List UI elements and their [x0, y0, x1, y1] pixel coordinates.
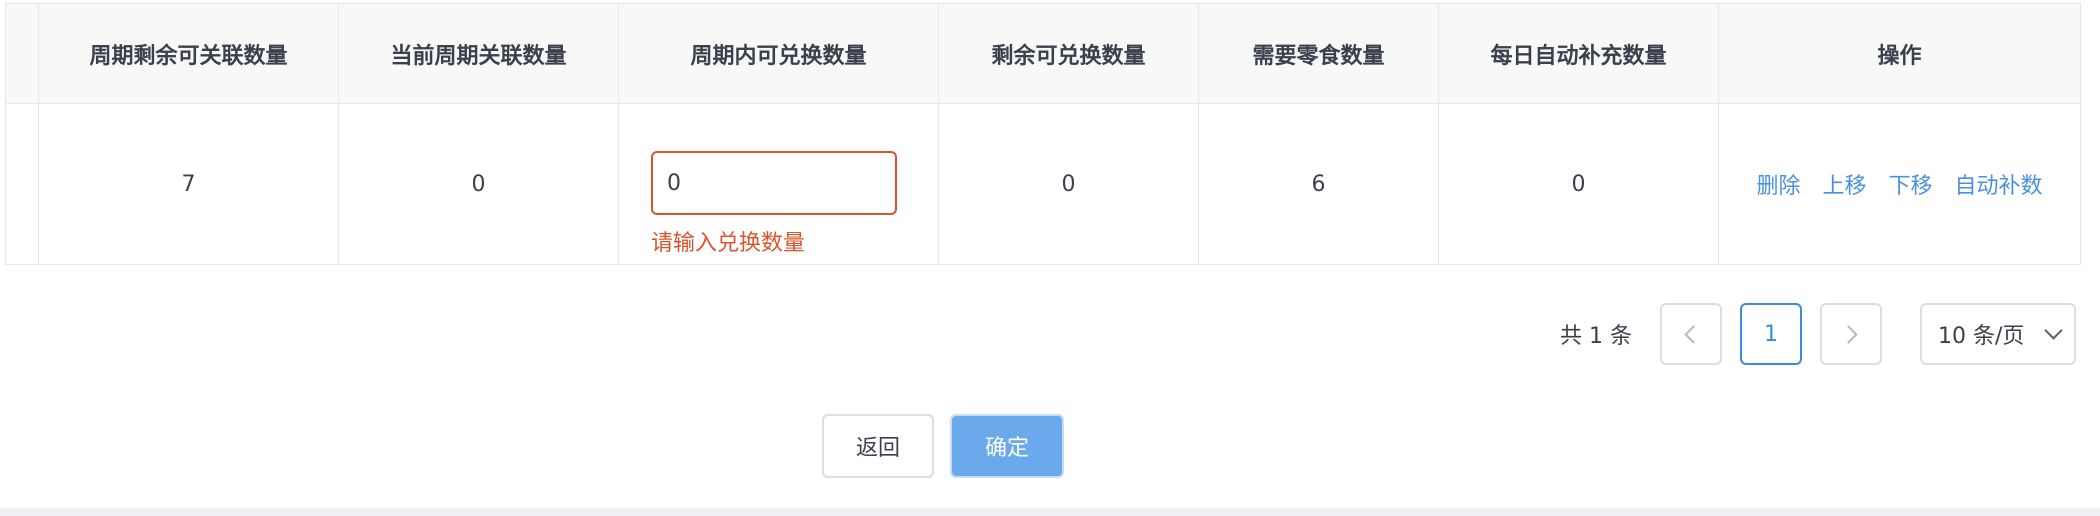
cell-snacks-needed: 6 [1199, 104, 1439, 264]
bottom-divider [0, 508, 2100, 516]
chevron-left-icon [1684, 324, 1703, 344]
page-number-button[interactable]: 1 [1739, 303, 1802, 365]
header-cell-selector [6, 4, 39, 103]
table-row: 7 0 0 6 0 删除 上移 下移 自动补数 [6, 104, 2080, 264]
exchangeable-error-message: 请输入兑换数量 [651, 231, 806, 256]
cell-actions: 删除 上移 下移 自动补数 [1719, 104, 2080, 264]
header-cell-actions: 操作 [1877, 43, 1922, 69]
cell-remaining-linkable: 7 [39, 104, 339, 264]
header-cell-snacks-needed: 需要零食数量 [1199, 4, 1439, 103]
exchangeable-field: 请输入兑换数量 [651, 151, 897, 257]
cell-current-linked: 0 [339, 104, 619, 264]
confirm-button[interactable]: 确定 [950, 414, 1064, 478]
row-actions: 删除 上移 下移 自动补数 [1756, 168, 2042, 200]
delete-link[interactable]: 删除 [1756, 168, 1800, 200]
header-cell-remaining-exchangeable: 剩余可兑换数量 [939, 4, 1199, 103]
page-size-select[interactable]: 10 条/页 [1919, 303, 2076, 365]
cell-daily-auto-refill: 0 [1439, 104, 1719, 264]
auto-refill-link[interactable]: 自动补数 [1955, 168, 2043, 200]
total-count: 共 1 条 [1560, 324, 1632, 349]
page: 周期剩余可关联数量 当前周期关联数量 周期内可兑换数量 剩余可兑换数量 需要零食… [0, 0, 2100, 516]
header-cell-current-linked: 当前周期关联数量 [339, 4, 619, 103]
page-size-value: 10 条/页 [1937, 324, 2025, 349]
prev-page-button[interactable] [1659, 303, 1722, 365]
chevron-down-icon [2044, 321, 2063, 340]
table-header: 周期剩余可关联数量 当前周期关联数量 周期内可兑换数量 剩余可兑换数量 需要零食… [6, 4, 2080, 104]
form-footer: 返回 确定 [822, 414, 1064, 478]
data-table: 周期剩余可关联数量 当前周期关联数量 周期内可兑换数量 剩余可兑换数量 需要零食… [5, 3, 2081, 265]
header-cell-remaining-linkable: 周期剩余可关联数量 [39, 4, 339, 103]
header-cell-exchangeable: 周期内可兑换数量 [619, 4, 939, 103]
header-cell-daily-auto-refill: 每日自动补充数量 [1439, 4, 1719, 103]
next-page-button[interactable] [1819, 303, 1882, 365]
cell-remaining-exchangeable: 0 [939, 104, 1199, 264]
back-button[interactable]: 返回 [822, 414, 934, 478]
move-down-link[interactable]: 下移 [1889, 168, 1933, 200]
chevron-right-icon [1839, 324, 1858, 344]
move-up-link[interactable]: 上移 [1822, 168, 1866, 200]
row-cell-selector [6, 104, 39, 264]
pagination: 共 1 条 1 10 条/页 [1560, 302, 2076, 366]
exchangeable-input[interactable] [651, 151, 897, 215]
